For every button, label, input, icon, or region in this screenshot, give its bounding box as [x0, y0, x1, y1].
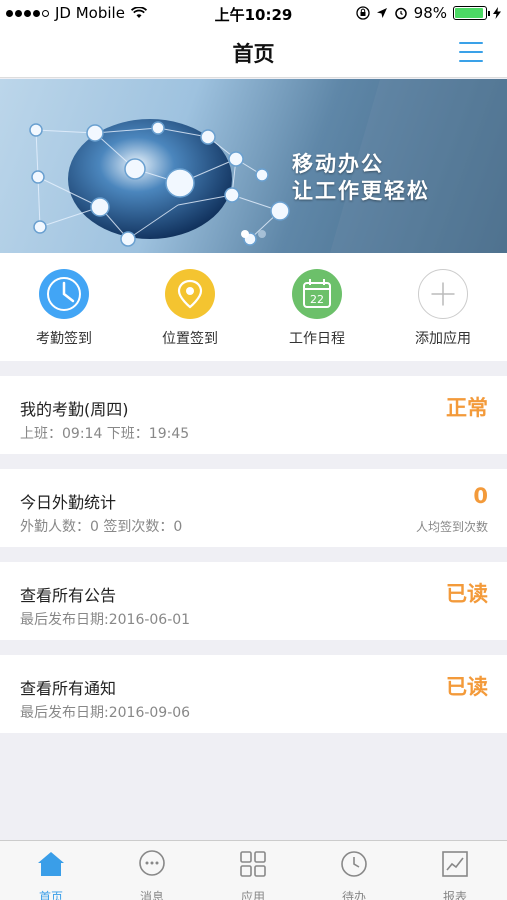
quick-action-add-app[interactable]: 添加应用: [388, 269, 498, 348]
status-badge: 正常: [446, 396, 488, 420]
card-subtitle: 最后发布日期:2016-06-01: [20, 612, 191, 628]
banner-line-2: 让工作更轻松: [292, 179, 430, 203]
tab-messages[interactable]: 消息: [117, 849, 187, 900]
message-icon: [139, 850, 165, 876]
tab-label: 应用: [240, 890, 265, 900]
card-subtitle: 最后发布日期:2016-09-06: [20, 705, 191, 721]
status-badge: 已读: [446, 675, 488, 699]
chart-icon: [442, 851, 468, 877]
menu-icon[interactable]: [459, 42, 483, 62]
clock-icon: [341, 851, 367, 877]
calendar-badge: 22: [310, 293, 324, 306]
banner-slogan: 移动办公 让工作更轻松: [292, 151, 430, 205]
tab-reports[interactable]: 报表: [420, 849, 490, 900]
alarm-icon: [394, 7, 407, 20]
tab-todo[interactable]: 待办: [319, 849, 389, 900]
field-average-label: 人均签到次数: [415, 520, 488, 534]
announcements-card[interactable]: 查看所有公告 最后发布日期:2016-06-01 已读: [0, 562, 507, 640]
quick-action-label: 位置签到: [162, 331, 218, 347]
network-globe-illustration: [29, 79, 507, 253]
card-subtitle: 上班：09:14 下班：19:45: [20, 426, 190, 442]
quick-action-label: 工作日程: [289, 331, 345, 347]
status-right: 98%: [356, 4, 501, 22]
status-bar: JD Mobile 上午10:29 98%: [0, 0, 507, 28]
quick-action-attendance[interactable]: 考勤签到: [9, 269, 119, 348]
quick-actions: 考勤签到 位置签到 22 工作日程 添加应用: [0, 253, 507, 361]
tab-label: 首页: [38, 890, 63, 900]
battery-percent: 98%: [413, 4, 447, 22]
banner-line-1: 移动办公: [292, 152, 384, 176]
tab-apps[interactable]: 应用: [218, 849, 288, 900]
carousel-indicator[interactable]: [236, 229, 268, 239]
quick-action-schedule[interactable]: 22 工作日程: [262, 269, 372, 348]
card-title: 查看所有通知: [20, 679, 117, 698]
location-arrow-icon: [376, 8, 387, 18]
clock-icon: [39, 269, 89, 319]
quick-action-label: 考勤签到: [36, 331, 92, 347]
plus-icon: [418, 269, 468, 319]
tab-bar: 首页 消息 应用 待办 报表: [0, 840, 507, 900]
tab-label: 报表: [442, 890, 467, 900]
field-average-value: 0: [473, 484, 488, 508]
tab-home[interactable]: 首页: [16, 849, 86, 900]
nav-bar: 首页: [0, 28, 507, 78]
card-subtitle: 外勤人数：0 签到次数：0: [20, 519, 183, 535]
charging-icon: [493, 7, 501, 19]
quick-action-label: 添加应用: [415, 331, 471, 347]
apps-grid-icon: [240, 851, 266, 877]
tab-label: 待办: [341, 890, 366, 900]
status-badge: 已读: [446, 582, 488, 606]
card-title: 查看所有公告: [20, 586, 117, 605]
page-title: 首页: [232, 42, 275, 66]
card-title: 我的考勤(周四): [20, 400, 129, 419]
location-pin-icon: [165, 269, 215, 319]
calendar-icon: 22: [292, 269, 342, 319]
banner-carousel[interactable]: 移动办公 让工作更轻松: [0, 79, 507, 253]
quick-action-location[interactable]: 位置签到: [135, 269, 245, 348]
tab-label: 消息: [139, 890, 164, 900]
battery-icon: [453, 6, 490, 20]
home-icon: [38, 852, 64, 876]
notices-card[interactable]: 查看所有通知 最后发布日期:2016-09-06 已读: [0, 655, 507, 733]
field-stats-card[interactable]: 今日外勤统计 外勤人数：0 签到次数：0 0 人均签到次数: [0, 469, 507, 547]
card-title: 今日外勤统计: [20, 493, 117, 512]
lock-rotation-icon: [356, 6, 370, 20]
attendance-card[interactable]: 我的考勤(周四) 上班：09:14 下班：19:45 正常: [0, 376, 507, 454]
